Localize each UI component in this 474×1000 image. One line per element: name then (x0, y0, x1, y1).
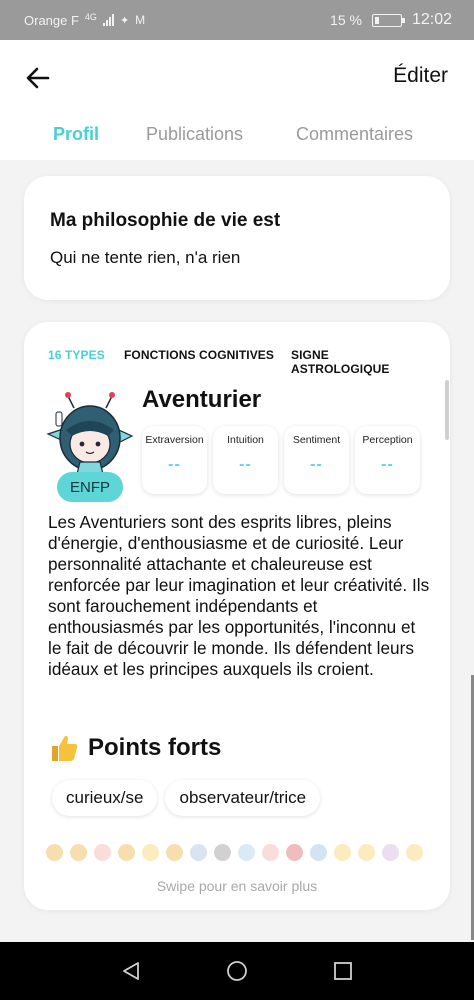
profile-header: Éditer Profil Publications Commentaires (0, 40, 474, 160)
strengths-title: Points forts (88, 734, 222, 761)
dimension-list: Extraversion -- Intuition -- Sentiment -… (142, 426, 420, 494)
carrier-name: Orange F (24, 12, 79, 28)
system-nav-bar (0, 942, 474, 1000)
tab-commentaires[interactable]: Commentaires (296, 124, 413, 145)
emoji-icon (46, 844, 63, 861)
personality-description: Les Aventuriers sont des esprits libres,… (48, 512, 430, 679)
emoji-icon (334, 844, 351, 861)
personality-subtabs: 16 TYPES FONCTIONS COGNITIVES SIGNE ASTR… (48, 348, 430, 376)
dimension-intuition: Intuition -- (213, 426, 278, 494)
emoji-icon (238, 844, 255, 861)
adventurer-avatar (46, 392, 134, 479)
thumbs-up-icon (52, 735, 78, 761)
card-scrollbar[interactable] (445, 380, 449, 440)
personality-type-name: Aventurier (142, 386, 262, 413)
strength-chip[interactable]: curieux/se (52, 780, 158, 816)
emoji-icon (358, 844, 375, 861)
battery-icon (371, 13, 405, 27)
strengths-heading: Points forts (48, 732, 221, 764)
dimension-label: Extraversion (145, 434, 204, 446)
philosophy-text: Qui ne tente rien, n'a rien (50, 248, 241, 267)
emoji-icon (214, 844, 231, 861)
nav-back-icon[interactable] (120, 960, 142, 982)
tab-profil[interactable]: Profil (53, 124, 99, 145)
dimension-label: Perception (362, 434, 413, 446)
dimension-sentiment: Sentiment -- (284, 426, 349, 494)
subtab-fonctions-cognitives[interactable]: FONCTIONS COGNITIVES (124, 348, 274, 362)
emoji-icon (94, 844, 111, 861)
location-icon: ✦ (119, 14, 130, 27)
emoji-icon (166, 844, 183, 861)
emoji-icon (310, 844, 327, 861)
clock: 12:02 (411, 11, 452, 28)
battery-percent: 15 % (330, 12, 362, 28)
dimension-value: -- (239, 456, 252, 473)
dimension-value: -- (381, 456, 394, 473)
emoji-icon (286, 844, 303, 861)
arrow-left-icon (26, 67, 50, 89)
emoji-icon (118, 844, 135, 861)
emoji-icon (190, 844, 207, 861)
nav-home-icon[interactable] (226, 960, 248, 982)
philosophy-card: Ma philosophie de vie est Qui ne tente r… (24, 176, 450, 300)
emoji-icon (382, 844, 399, 861)
dimension-label: Intuition (227, 434, 264, 446)
strength-chip[interactable]: observateur/trice (165, 780, 321, 816)
subtab-signe-astrologique[interactable]: SIGNE ASTROLOGIQUE (291, 348, 430, 376)
emoji-carousel[interactable] (46, 844, 423, 861)
subtab-16-types[interactable]: 16 TYPES (48, 348, 105, 362)
profile-tabs: Profil Publications Commentaires (0, 124, 474, 150)
nav-recents-icon[interactable] (332, 960, 354, 982)
emoji-icon (406, 844, 423, 861)
signal-icon (102, 14, 114, 26)
back-button[interactable] (24, 64, 52, 92)
swipe-hint: Swipe pour en savoir plus (156, 878, 318, 894)
dimension-perception: Perception -- (355, 426, 420, 494)
emoji-icon (70, 844, 87, 861)
dimension-extraversion: Extraversion -- (142, 426, 207, 494)
mbti-code-badge: ENFP (57, 472, 123, 502)
philosophy-title: Ma philosophie de vie est (50, 210, 281, 231)
mail-icon: M (135, 13, 146, 27)
strengths-chips: curieux/se observateur/trice (52, 780, 321, 816)
edit-button[interactable]: Éditer (393, 64, 448, 88)
dimension-value: -- (310, 456, 323, 473)
network-type: 4G (84, 12, 97, 22)
emoji-icon (262, 844, 279, 861)
emoji-icon (142, 844, 159, 861)
status-bar: Orange F 4G ✦ M 15 % 12:02 (0, 0, 474, 40)
tab-publications[interactable]: Publications (146, 124, 243, 145)
dimension-label: Sentiment (292, 434, 341, 446)
personality-card: 16 TYPES FONCTIONS COGNITIVES SIGNE ASTR… (24, 322, 450, 910)
dimension-value: -- (168, 456, 181, 473)
